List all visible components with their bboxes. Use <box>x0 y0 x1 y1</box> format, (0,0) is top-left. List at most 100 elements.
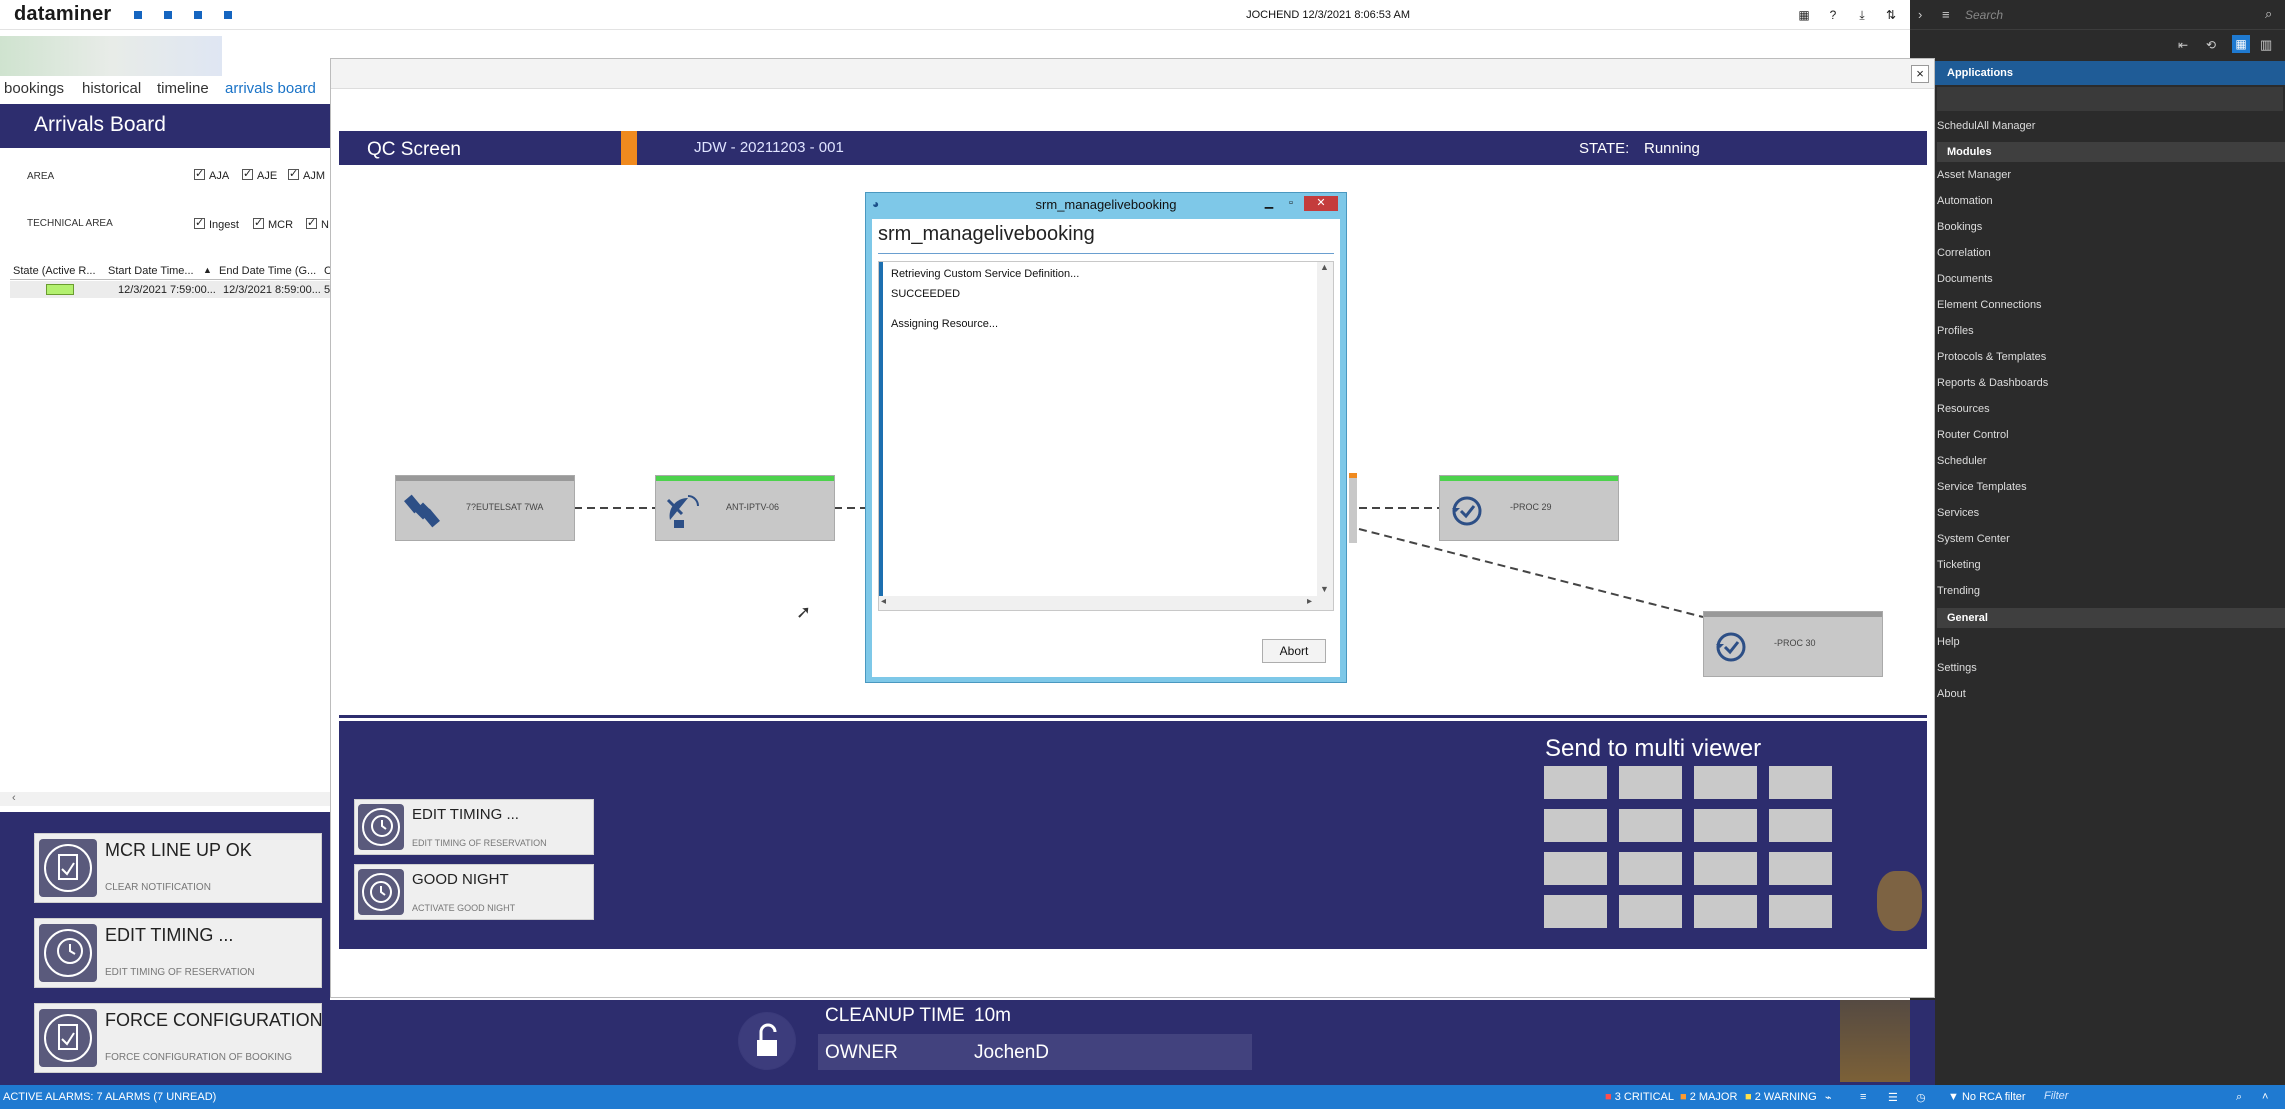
multiviewer-slot[interactable] <box>1544 895 1607 928</box>
horizontal-scrollbar[interactable]: ◂ ▸ <box>879 596 1317 610</box>
app-dot-icon[interactable] <box>164 11 172 19</box>
filter-input[interactable]: Filter <box>2040 1088 2250 1106</box>
multiviewer-slot[interactable] <box>1769 852 1832 885</box>
module-item[interactable]: Resources <box>1937 403 1990 415</box>
module-item[interactable]: Bookings <box>1937 221 1982 233</box>
module-item[interactable]: Profiles <box>1937 325 1974 337</box>
module-item[interactable]: Scheduler <box>1937 455 1987 467</box>
vertical-scrollbar[interactable]: ▲ ▼ <box>1317 262 1333 610</box>
major-count[interactable]: ■ 2 MAJOR <box>1680 1091 1737 1103</box>
satellite-node[interactable]: 7?EUTELSAT 7WA <box>395 475 575 541</box>
close-icon[interactable]: ✕ <box>1304 196 1338 211</box>
edit-timing-button[interactable]: EDIT TIMING ... EDIT TIMING OF RESERVATI… <box>354 799 594 855</box>
module-item[interactable]: Automation <box>1937 195 1993 207</box>
sort-icon[interactable]: ☰ <box>1888 1091 1898 1104</box>
download-icon[interactable]: ⤓ <box>1855 8 1869 22</box>
app-item[interactable]: SchedulAll Manager <box>1937 120 2035 132</box>
tab-bookings[interactable]: bookings <box>4 80 64 97</box>
column-header[interactable]: Start Date Time... <box>108 265 194 277</box>
unlock-icon[interactable] <box>738 1012 796 1070</box>
good-night-button[interactable]: GOOD NIGHT ACTIVATE GOOD NIGHT <box>354 864 594 920</box>
app-dot-icon[interactable] <box>134 11 142 19</box>
app-dot-icon[interactable] <box>194 11 202 19</box>
mcr-line-up-button[interactable]: MCR LINE UP OK CLEAR NOTIFICATION <box>34 833 322 903</box>
menu-icon[interactable]: ≡ <box>1942 7 1950 22</box>
chart-icon[interactable]: ⌁ <box>1825 1091 1832 1104</box>
module-item[interactable]: Service Templates <box>1937 481 2027 493</box>
area-checkbox[interactable]: AJA <box>194 167 229 182</box>
area-checkbox[interactable]: AJM <box>288 167 325 182</box>
warning-count[interactable]: ■ 2 WARNING <box>1745 1091 1817 1103</box>
multiviewer-slot[interactable] <box>1769 766 1832 799</box>
list-icon[interactable]: ≡ <box>1860 1091 1866 1103</box>
multiviewer-slot[interactable] <box>1619 852 1682 885</box>
app-dot-icon[interactable] <box>224 11 232 19</box>
active-alarms[interactable]: ACTIVE ALARMS: 7 ALARMS (7 UNREAD) <box>3 1091 216 1103</box>
chevron-down-icon[interactable]: ▼ <box>1320 584 1329 594</box>
pin-icon[interactable]: ⇤ <box>2178 38 2188 52</box>
chevron-left-icon[interactable]: ‹ <box>12 792 16 804</box>
multiviewer-slot[interactable] <box>1694 895 1757 928</box>
multiviewer-slot[interactable] <box>1544 766 1607 799</box>
maximize-icon[interactable]: ▫ <box>1280 196 1302 211</box>
search-icon[interactable]: ⌕ <box>2265 6 2272 22</box>
module-item[interactable]: Ticketing <box>1937 559 1981 571</box>
chevron-left-icon[interactable]: ◂ <box>881 596 886 607</box>
grid-icon[interactable]: ▦ <box>1797 8 1811 22</box>
tiles-icon[interactable]: ▦ <box>2232 35 2250 53</box>
chevron-right-icon[interactable]: › <box>1918 7 1922 22</box>
force-configuration-button[interactable]: FORCE CONFIGURATION FORCE CONFIGURATION … <box>34 1003 323 1073</box>
log-output[interactable]: Retrieving Custom Service Definition... … <box>878 261 1334 611</box>
help-icon[interactable]: ? <box>1826 8 1840 22</box>
layout-icon[interactable]: ▥ <box>2260 37 2272 53</box>
column-header[interactable]: End Date Time (G... <box>219 265 316 277</box>
module-item[interactable]: Trending <box>1937 585 1980 597</box>
module-item[interactable]: Asset Manager <box>1937 169 2011 181</box>
technical-area-checkbox[interactable]: MCR <box>253 216 293 231</box>
history-icon[interactable]: ⟲ <box>2206 38 2216 52</box>
area-checkbox[interactable]: AJE <box>242 167 277 182</box>
column-header[interactable]: State (Active R... <box>13 265 96 277</box>
multiviewer-slot[interactable] <box>1619 766 1682 799</box>
module-item[interactable]: Element Connections <box>1937 299 2042 311</box>
search-input[interactable]: Search <box>1965 8 2003 22</box>
multiviewer-slot[interactable] <box>1544 809 1607 842</box>
processor-node[interactable]: -PROC 29 <box>1439 475 1619 541</box>
multiviewer-slot[interactable] <box>1544 852 1607 885</box>
antenna-node[interactable]: ANT-IPTV-06 <box>655 475 835 541</box>
module-item[interactable]: Reports & Dashboards <box>1937 377 2048 389</box>
tab-historical[interactable]: historical <box>82 80 141 97</box>
module-item[interactable]: Services <box>1937 507 1979 519</box>
multiviewer-slot[interactable] <box>1769 809 1832 842</box>
module-item[interactable]: Correlation <box>1937 247 1991 259</box>
module-item[interactable]: System Center <box>1937 533 2010 545</box>
search-icon[interactable]: ⌕ <box>2236 1091 2242 1104</box>
processor-node[interactable]: -PROC 30 <box>1703 611 1883 677</box>
multiviewer-slot[interactable] <box>1619 895 1682 928</box>
multiviewer-slot[interactable] <box>1619 809 1682 842</box>
general-item[interactable]: Help <box>1937 636 1960 648</box>
edit-timing-button[interactable]: EDIT TIMING ... EDIT TIMING OF RESERVATI… <box>34 918 322 988</box>
module-item[interactable]: Protocols & Templates <box>1937 351 2046 363</box>
general-item[interactable]: About <box>1937 688 1966 700</box>
module-item[interactable]: Documents <box>1937 273 1993 285</box>
table-row[interactable]: 12/3/2021 7:59:00... 12/3/2021 8:59:00..… <box>10 281 330 298</box>
clock-icon[interactable]: ◷ <box>1916 1091 1926 1104</box>
tab-timeline[interactable]: timeline <box>157 80 209 97</box>
general-item[interactable]: Settings <box>1937 662 1977 674</box>
abort-button[interactable]: Abort <box>1262 639 1326 663</box>
chevron-right-icon[interactable]: ▸ <box>1307 596 1312 607</box>
horizontal-scrollbar[interactable]: ‹ <box>0 792 330 806</box>
module-item[interactable]: Router Control <box>1937 429 2009 441</box>
rca-filter[interactable]: ▼ No RCA filter <box>1948 1091 2026 1103</box>
sync-icon[interactable]: ⇅ <box>1884 8 1898 22</box>
critical-count[interactable]: ■ 3 CRITICAL <box>1605 1091 1674 1103</box>
tab-arrivals-board[interactable]: arrivals board <box>225 80 316 97</box>
chevron-up-icon[interactable]: ˄ <box>2262 1091 2268 1103</box>
multiviewer-slot[interactable] <box>1694 766 1757 799</box>
multiviewer-slot[interactable] <box>1769 895 1832 928</box>
technical-area-checkbox[interactable]: N <box>306 218 330 231</box>
multiviewer-slot[interactable] <box>1694 809 1757 842</box>
multiviewer-slot[interactable] <box>1694 852 1757 885</box>
minimize-icon[interactable]: ▁ <box>1258 196 1280 211</box>
